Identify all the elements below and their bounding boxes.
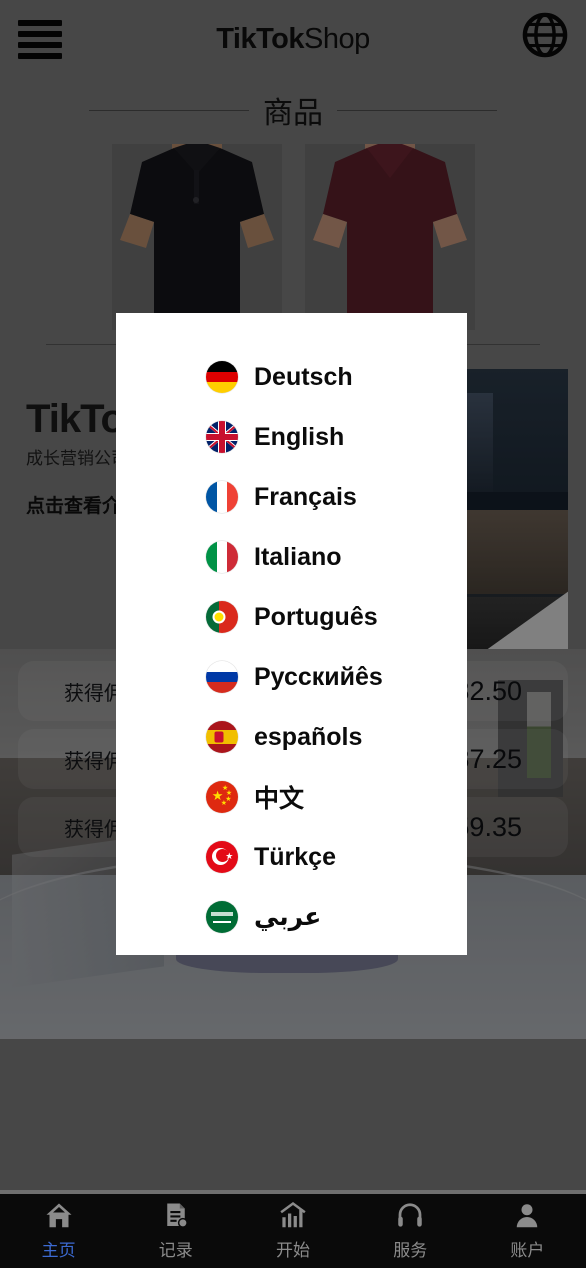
- flag-spain-icon: [206, 721, 238, 753]
- flag-russia-icon: [206, 661, 238, 693]
- chart-icon: [280, 1201, 306, 1228]
- language-label: عربي: [254, 903, 322, 931]
- nav-label: 服务: [393, 1241, 428, 1260]
- language-selector-modal: Deutsch English Français Italiano Portug…: [116, 313, 467, 955]
- language-option-portugues[interactable]: Português: [116, 587, 467, 647]
- nav-label: 开始: [276, 1241, 310, 1260]
- bottom-navigation: 主页 记录 开始 服务 账户: [0, 1190, 586, 1268]
- language-option-arabic[interactable]: عربي: [116, 887, 467, 947]
- flag-italy-icon: [206, 541, 238, 573]
- nav-item-service[interactable]: 服务: [352, 1201, 469, 1261]
- language-label: Türkçe: [254, 842, 336, 871]
- nav-item-start[interactable]: 开始: [234, 1201, 351, 1261]
- language-option-chinese[interactable]: ★ ★ ★ ★ ★ 中文: [116, 767, 467, 827]
- flag-china-icon: ★ ★ ★ ★ ★: [206, 781, 238, 813]
- language-option-italiano[interactable]: Italiano: [116, 527, 467, 587]
- language-option-francais[interactable]: Français: [116, 467, 467, 527]
- language-label: English: [254, 422, 345, 451]
- language-label: 中文: [254, 785, 305, 813]
- language-option-russian[interactable]: Русскийês: [116, 647, 467, 707]
- language-label: Deutsch: [254, 362, 353, 391]
- document-icon: [167, 1203, 188, 1228]
- language-option-espanols[interactable]: españols: [116, 707, 467, 767]
- nav-label: 记录: [158, 1241, 193, 1260]
- nav-label: 主页: [41, 1241, 76, 1260]
- home-icon: [46, 1203, 72, 1228]
- language-option-turkce[interactable]: ★ Türkçe: [116, 827, 467, 887]
- flag-france-icon: [206, 481, 238, 513]
- language-label: Italiano: [254, 542, 342, 571]
- flag-uk-icon: [206, 421, 238, 453]
- person-icon: [517, 1204, 538, 1228]
- language-label: Русскийês: [254, 662, 383, 691]
- language-option-english[interactable]: English: [116, 407, 467, 467]
- nav-item-account[interactable]: 账户: [469, 1201, 586, 1261]
- language-option-deutsch[interactable]: Deutsch: [116, 347, 467, 407]
- flag-turkey-icon: ★: [206, 841, 238, 873]
- flag-saudi-arabia-icon: [206, 901, 238, 933]
- nav-item-home[interactable]: 主页: [0, 1201, 117, 1261]
- headset-icon: [398, 1203, 422, 1227]
- nav-label: 账户: [510, 1241, 545, 1260]
- language-label: Português: [254, 602, 378, 631]
- nav-item-records[interactable]: 记录: [117, 1201, 234, 1261]
- language-label: españols: [254, 722, 363, 751]
- flag-portugal-icon: [206, 601, 238, 633]
- flag-germany-icon: [206, 361, 238, 393]
- language-label: Français: [254, 482, 357, 511]
